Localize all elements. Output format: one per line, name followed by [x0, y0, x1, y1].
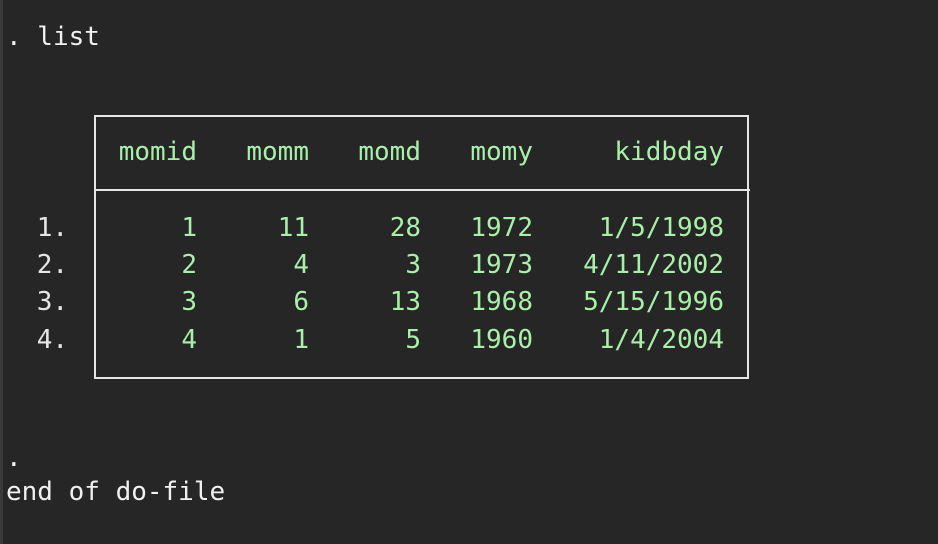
column-header-momid: momid	[118, 137, 197, 167]
cell-kidbday: 1/5/1998	[598, 213, 724, 243]
cell-momd: 13	[389, 287, 421, 317]
column-header-kidbday: kidbday	[614, 137, 724, 167]
cell-momid: 1	[181, 213, 197, 243]
row-number: 3.	[36, 287, 68, 317]
cell-momm: 6	[293, 287, 309, 317]
row-number: 2.	[36, 250, 68, 280]
cell-momy: 1973	[470, 250, 533, 280]
cell-momid: 2	[181, 250, 197, 280]
cell-momm: 1	[293, 325, 309, 355]
row-number: 1.	[36, 213, 68, 243]
cell-momy: 1960	[470, 325, 533, 355]
window-edge	[0, 0, 3, 544]
cell-momd: 28	[389, 213, 421, 243]
cell-kidbday: 1/4/2004	[598, 325, 724, 355]
cell-momy: 1972	[470, 213, 533, 243]
cell-momd: 5	[405, 325, 421, 355]
cell-momd: 3	[405, 250, 421, 280]
column-header-momy: momy	[470, 137, 533, 167]
cell-momid: 4	[181, 325, 197, 355]
cell-kidbday: 4/11/2002	[583, 250, 724, 280]
column-header-momm: momm	[246, 137, 309, 167]
end-of-do-file-message: end of do-file	[6, 477, 226, 507]
row-number: 4.	[36, 325, 68, 355]
cell-kidbday: 5/15/1996	[583, 287, 724, 317]
cell-momid: 3	[181, 287, 197, 317]
cell-momy: 1968	[470, 287, 533, 317]
prompt-dot: .	[6, 443, 22, 473]
cell-momm: 11	[277, 213, 309, 243]
command-line: . list	[6, 22, 100, 52]
header-separator	[94, 189, 750, 191]
cell-momm: 4	[293, 250, 309, 280]
column-header-momd: momd	[358, 137, 421, 167]
